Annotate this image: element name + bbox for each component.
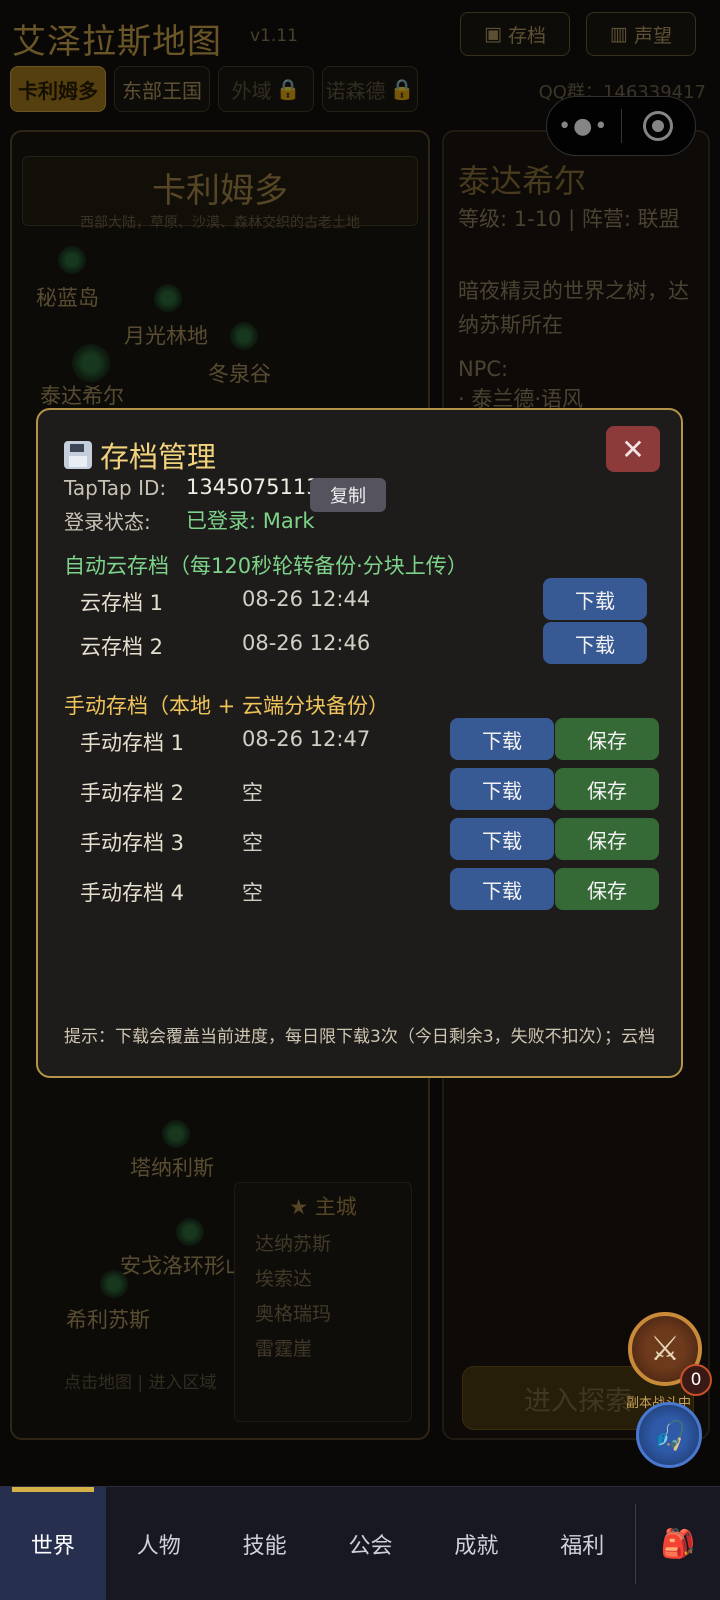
auto-slot-name: 云存档 2 [80, 635, 164, 659]
close-icon: ✕ [621, 432, 645, 466]
manual-slot-2-save-button[interactable]: 保存 [555, 768, 659, 810]
manual-slot-2-download-button[interactable]: 下载 [450, 768, 554, 810]
nav-tab-label: 技能 [242, 1534, 287, 1559]
fishing-fab[interactable]: 🎣 [636, 1402, 702, 1468]
nav-tab-label: 人物 [136, 1534, 181, 1559]
nav-tab-character[interactable]: 人物 [106, 1487, 212, 1600]
manual-slot-time: 空 [242, 781, 263, 805]
nav-tab-achievements[interactable]: 成就 [423, 1487, 529, 1600]
manual-slot-4-save-button[interactable]: 保存 [555, 868, 659, 910]
login-status-label: 登录状态: [64, 510, 151, 534]
save-manager-dialog: 存档管理 ✕ TapTap ID: 1345075113 复制 登录状态: 已登… [36, 408, 683, 1078]
fishing-icon: 🎣 [651, 1418, 687, 1452]
copy-id-button[interactable]: 复制 [310, 478, 386, 512]
manual-section-title: 手动存档（本地 + 云端分块备份） [64, 694, 389, 718]
auto-cloud-section-title: 自动云存档（每120秒轮转备份·分块上传） [64, 554, 468, 578]
dialog-title: 存档管理 [64, 434, 216, 476]
floppy-icon [64, 441, 92, 469]
auto-slot-1-download-button[interactable]: 下载 [543, 578, 647, 620]
auto-slot-2-download-button[interactable]: 下载 [543, 622, 647, 664]
auto-slot-time: 08-26 12:46 [242, 631, 371, 655]
manual-slot-time: 空 [242, 881, 263, 905]
auto-slot-name: 云存档 1 [80, 591, 164, 615]
bottom-nav: 世界 人物 技能 公会 成就 福利 🎒 [0, 1486, 720, 1600]
manual-slot-3-save-button[interactable]: 保存 [555, 818, 659, 860]
manual-slot-1-download-button[interactable]: 下载 [450, 718, 554, 760]
nav-tab-label: 世界 [30, 1534, 75, 1559]
manual-slot-time: 空 [242, 831, 263, 855]
manual-slot-1-save-button[interactable]: 保存 [555, 718, 659, 760]
manual-slot-3-download-button[interactable]: 下载 [450, 818, 554, 860]
page: 艾泽拉斯地图 v1.11 ▣ 存档 ▥ 声望 卡利姆多 东部王国 外域 🔒 诺森… [0, 0, 720, 1600]
dialog-title-text: 存档管理 [100, 440, 217, 474]
manual-slot-time: 08-26 12:47 [242, 727, 371, 751]
manual-slot-name: 手动存档 2 [80, 781, 185, 805]
taptap-id-value: 1345075113 [186, 475, 320, 499]
backpack-icon[interactable]: 🎒 [636, 1487, 720, 1600]
download-tip: 提示：下载会覆盖当前进度，每日限下载3次（今日剩余3，失败不扣次）；云档 [64, 1027, 656, 1047]
nav-tab-label: 福利 [560, 1534, 605, 1559]
manual-slot-name: 手动存档 1 [80, 731, 185, 755]
crossed-swords-icon: ⚔ [649, 1329, 681, 1369]
nav-tab-world[interactable]: 世界 [0, 1487, 106, 1600]
manual-slot-name: 手动存档 4 [80, 881, 185, 905]
nav-tab-skills[interactable]: 技能 [212, 1487, 318, 1600]
manual-slot-name: 手动存档 3 [80, 831, 185, 855]
nav-tab-label: 成就 [454, 1534, 499, 1559]
nav-tab-welfare[interactable]: 福利 [529, 1487, 635, 1600]
nav-tab-guild[interactable]: 公会 [318, 1487, 424, 1600]
auto-slot-time: 08-26 12:44 [242, 587, 371, 611]
nav-tab-label: 公会 [348, 1534, 393, 1559]
taptap-id-label: TapTap ID: [64, 476, 167, 500]
close-button[interactable]: ✕ [606, 426, 660, 472]
manual-slot-4-download-button[interactable]: 下载 [450, 868, 554, 910]
login-status-value: 已登录: Mark [186, 509, 315, 533]
